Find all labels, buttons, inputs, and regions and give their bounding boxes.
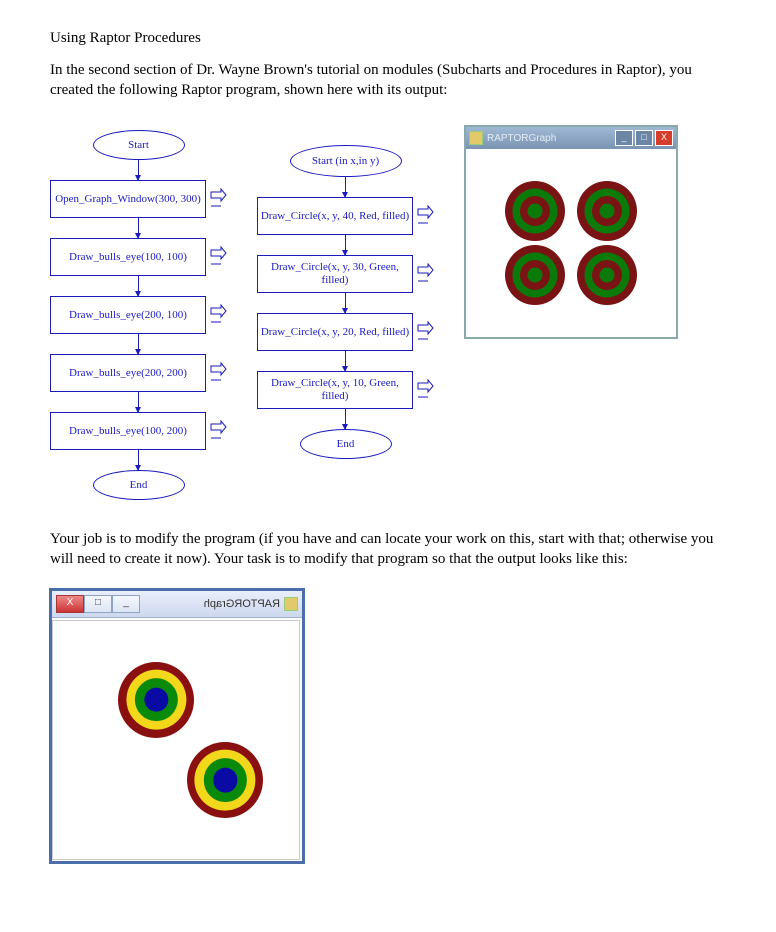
- window-title-text: RAPTORGraph: [487, 133, 556, 144]
- call-arrow-icon: [209, 304, 227, 326]
- call-arrow-icon: [416, 263, 434, 285]
- process-step: Draw_bulls_eye(200, 100): [50, 296, 206, 334]
- maximize-button[interactable]: □: [635, 130, 653, 146]
- ring: [528, 204, 543, 219]
- ring: [599, 267, 614, 282]
- window-buttons: _ □ X: [615, 130, 673, 146]
- window-title-text: RAPTORGraph: [204, 598, 280, 610]
- app-icon: [469, 131, 483, 145]
- process-step: Draw_bulls_eye(100, 200): [50, 412, 206, 450]
- process-step: Open_Graph_Window(300, 300): [50, 180, 206, 218]
- connector: [345, 351, 346, 371]
- output-window-2: RAPTORGraph _ □ X: [50, 589, 304, 863]
- ring: [599, 204, 614, 219]
- flowchart-procedure: Start (in x,in y) Draw_Circle(x, y, 40, …: [257, 145, 434, 459]
- intro-text: In the second section of Dr. Wayne Brown…: [50, 61, 726, 100]
- flowchart-main: Start Open_Graph_Window(300, 300) Draw_b…: [50, 130, 227, 500]
- maximize-button[interactable]: □: [84, 595, 112, 613]
- connector: [345, 177, 346, 197]
- window-buttons: _ □ X: [56, 595, 140, 613]
- call-arrow-icon: [416, 321, 434, 343]
- page-title: Using Raptor Procedures: [50, 30, 726, 47]
- connector: [345, 235, 346, 255]
- app-icon: [284, 597, 298, 611]
- connector: [138, 276, 139, 296]
- minimize-button[interactable]: _: [615, 130, 633, 146]
- connector: [345, 409, 346, 429]
- output-window-1: RAPTORGraph _ □ X: [464, 125, 678, 339]
- connector: [138, 160, 139, 180]
- call-arrow-icon: [209, 188, 227, 210]
- minimize-button[interactable]: _: [112, 595, 140, 613]
- call-arrow-icon: [209, 362, 227, 384]
- window-titlebar: RAPTORGraph _ □ X: [466, 127, 676, 149]
- connector: [138, 218, 139, 238]
- graphics-canvas: [466, 149, 676, 337]
- process-step: Draw_Circle(x, y, 30, Green, filled): [257, 255, 413, 293]
- ring: [528, 267, 543, 282]
- call-arrow-icon: [209, 420, 227, 442]
- call-arrow-icon: [416, 379, 434, 401]
- start-terminator: Start (in x,in y): [290, 145, 402, 177]
- call-arrow-icon: [416, 205, 434, 227]
- end-terminator: End: [93, 470, 185, 500]
- connector: [345, 293, 346, 313]
- ring: [213, 768, 238, 793]
- close-button[interactable]: X: [655, 130, 673, 146]
- process-step: Draw_Circle(x, y, 10, Green, filled): [257, 371, 413, 409]
- start-terminator: Start: [93, 130, 185, 160]
- graphics-canvas: [52, 620, 300, 860]
- output-window-2-wrap: RAPTORGraph _ □ X: [50, 589, 726, 863]
- end-terminator: End: [300, 429, 392, 459]
- process-step: Draw_Circle(x, y, 20, Red, filled): [257, 313, 413, 351]
- connector: [138, 392, 139, 412]
- window-titlebar: RAPTORGraph _ □ X: [52, 591, 302, 618]
- task-text: Your job is to modify the program (if yo…: [50, 530, 726, 569]
- process-step: Draw_Circle(x, y, 40, Red, filled): [257, 197, 413, 235]
- connector: [138, 450, 139, 470]
- figures-row: Start Open_Graph_Window(300, 300) Draw_b…: [50, 120, 726, 500]
- close-button[interactable]: X: [56, 595, 84, 613]
- ring: [144, 687, 169, 712]
- call-arrow-icon: [209, 246, 227, 268]
- connector: [138, 334, 139, 354]
- process-step: Draw_bulls_eye(100, 100): [50, 238, 206, 276]
- process-step: Draw_bulls_eye(200, 200): [50, 354, 206, 392]
